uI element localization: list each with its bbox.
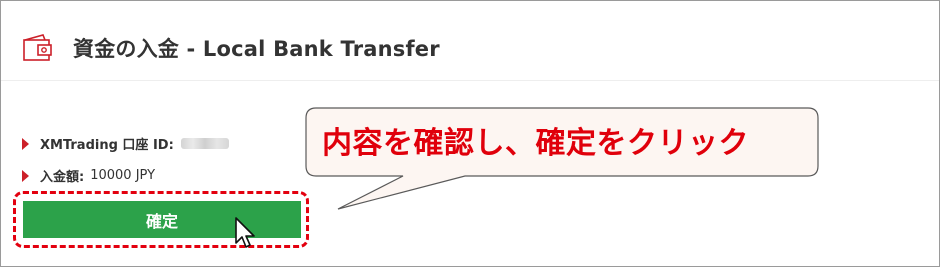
callout-text: 内容を確認し、確定をクリック — [322, 126, 749, 161]
confirm-button[interactable]: 確定 — [23, 201, 301, 238]
mouse-pointer-icon — [235, 217, 255, 248]
